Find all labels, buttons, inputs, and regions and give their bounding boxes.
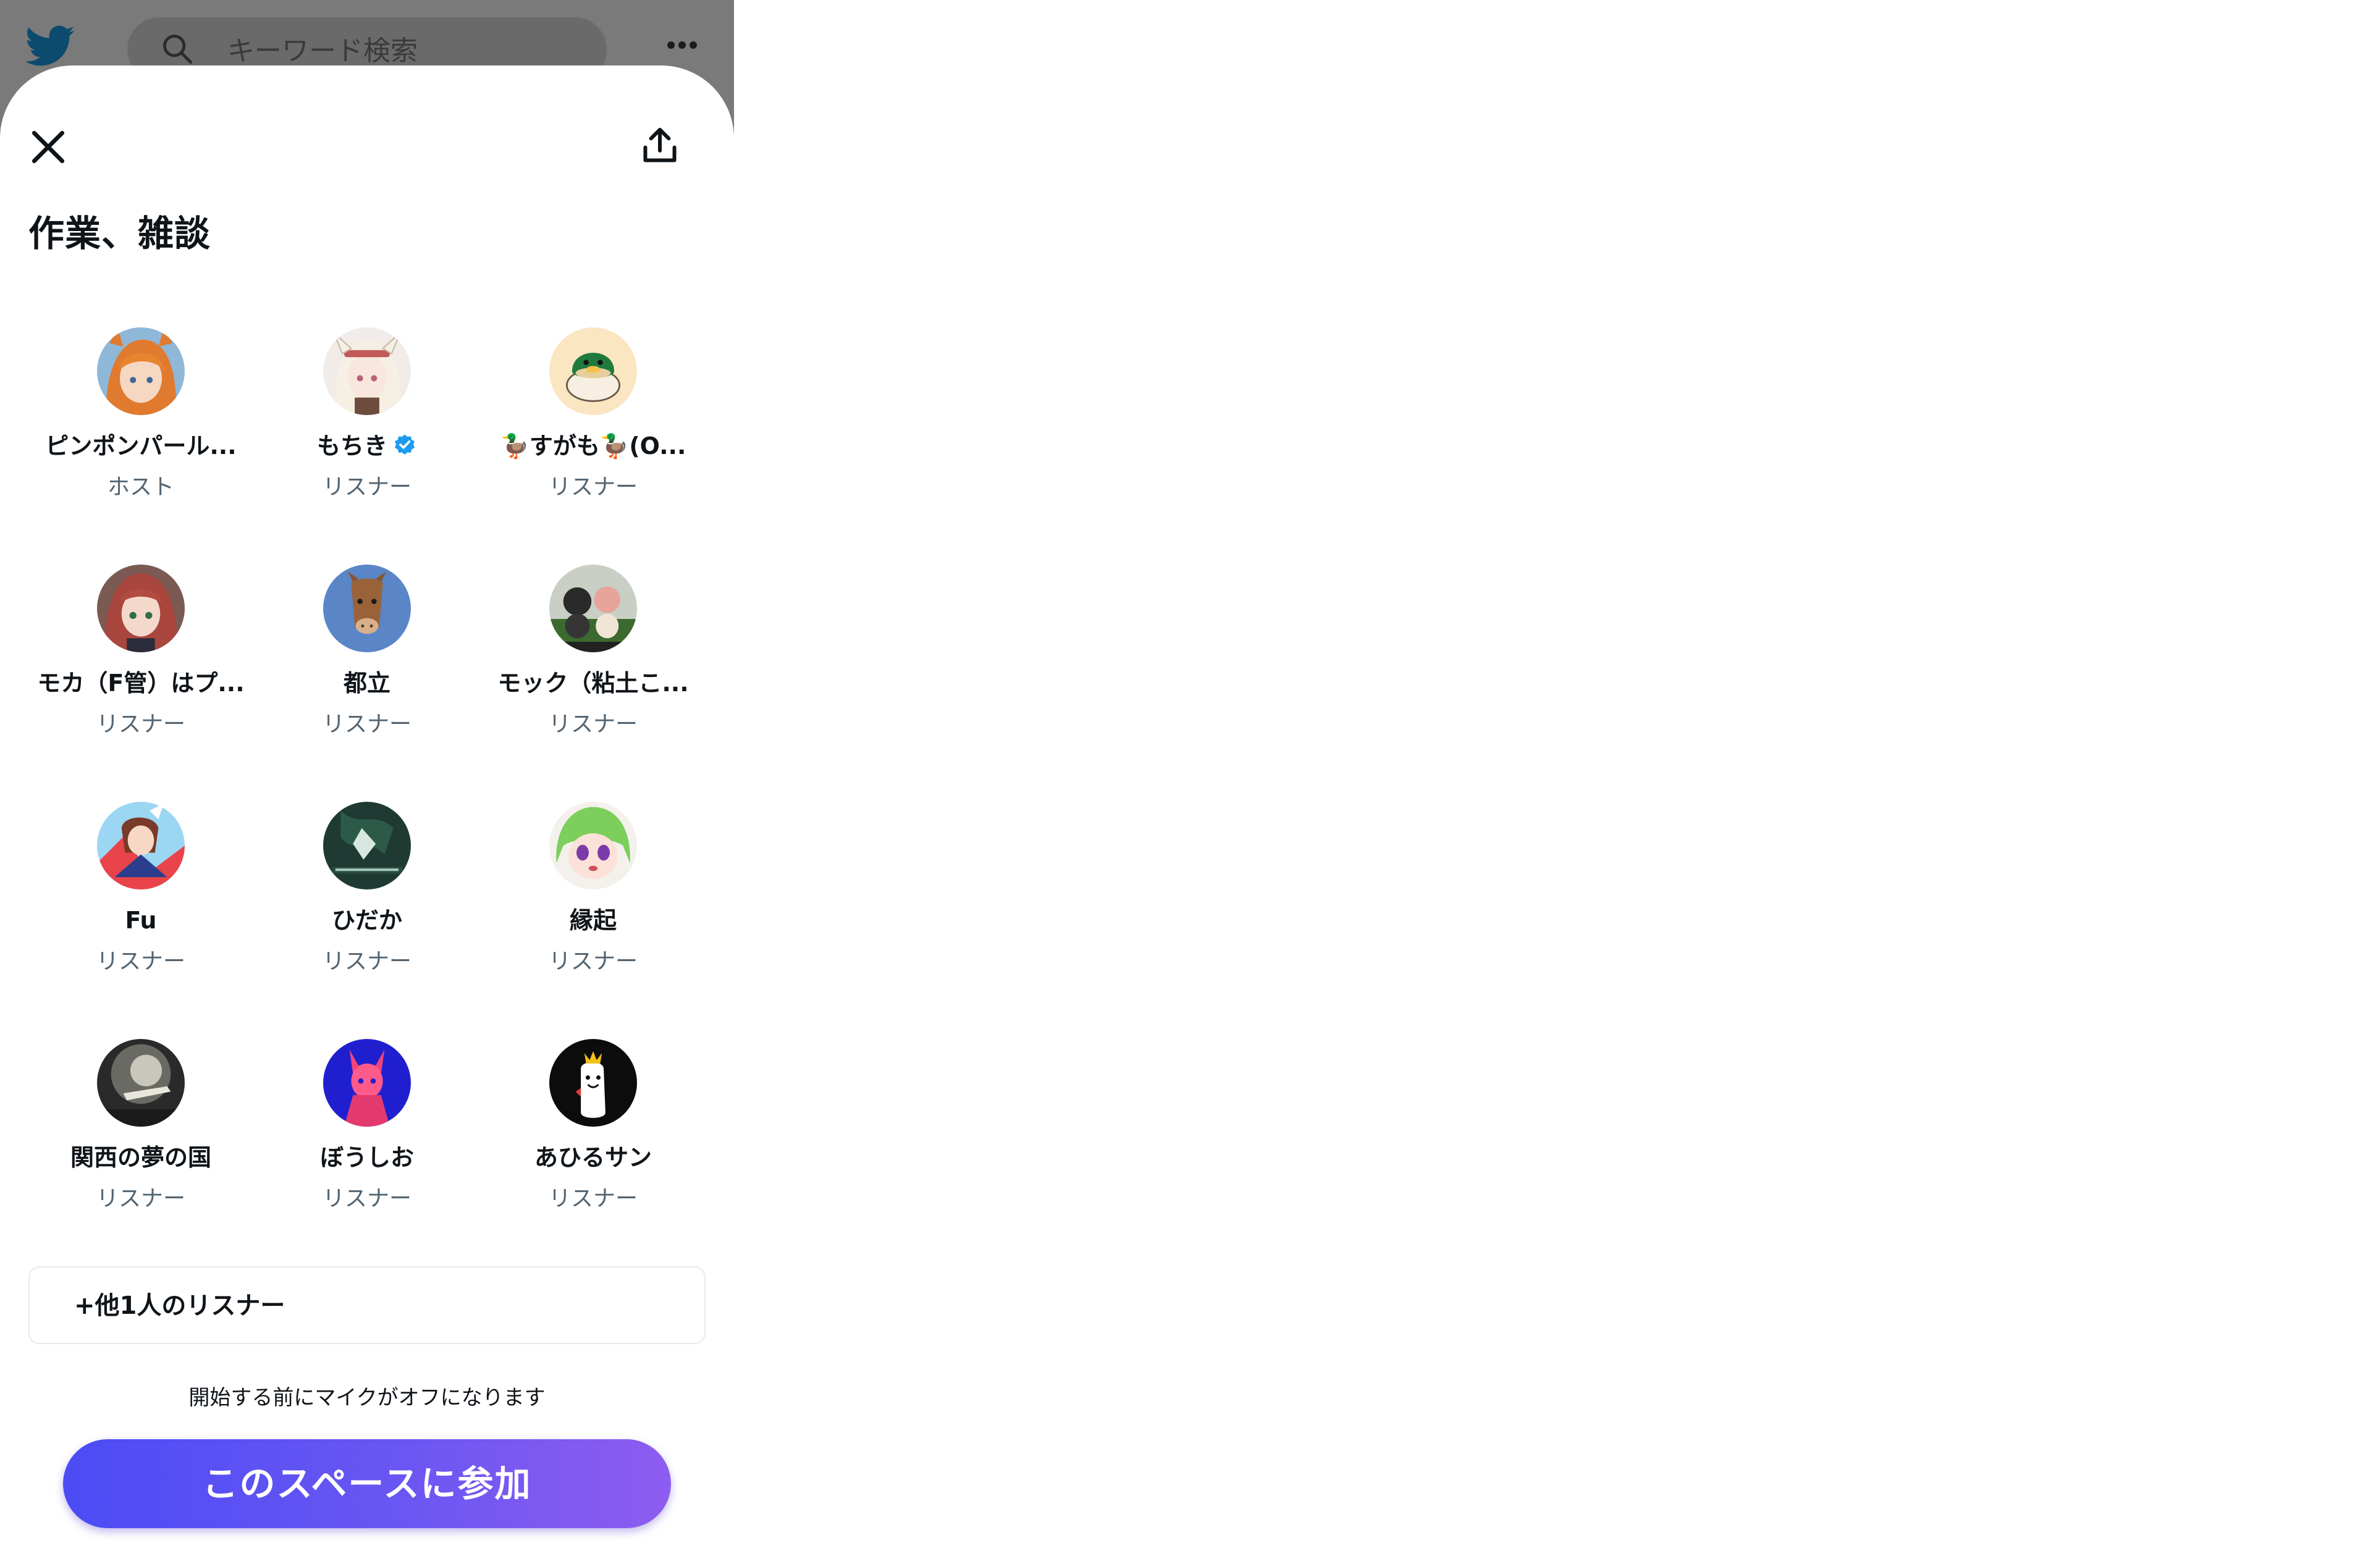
participant-card[interactable]: あひるサン リスナー (480, 1039, 706, 1276)
participant-card[interactable]: ひだか リスナー (254, 802, 480, 1039)
participant-card[interactable]: モック（粘土こ... リスナー (480, 565, 706, 802)
participant-name: ひだか (331, 907, 402, 934)
join-space-button[interactable]: このスペースに参加 (63, 1439, 671, 1528)
participant-card[interactable]: Fu リスナー (28, 802, 254, 1039)
participant-role: リスナー (322, 1186, 411, 1211)
join-space-label: このスペースに参加 (202, 1463, 532, 1505)
participant-role: ホスト (107, 474, 174, 500)
participant-role: リスナー (322, 949, 411, 974)
search-icon (163, 35, 193, 64)
space-title: 作業、雑談 (28, 212, 211, 254)
participant-name: Fu (125, 907, 157, 934)
participant-name: モカ（F管）はプ... (37, 670, 245, 697)
more-listeners-label: +他1人のリスナー (74, 1292, 285, 1320)
avatar (323, 327, 411, 415)
participant-card[interactable]: もちき リスナー (254, 327, 480, 565)
participant-role: リスナー (548, 712, 638, 737)
participant-name: 縁起 (569, 907, 617, 934)
avatar (97, 327, 185, 415)
avatar (97, 802, 185, 889)
participant-role: リスナー (548, 949, 638, 974)
verified-badge-icon (395, 434, 415, 455)
twitter-bird-icon[interactable] (26, 21, 75, 70)
avatar (97, 565, 185, 652)
avatar (549, 565, 637, 652)
share-icon[interactable] (640, 125, 680, 167)
avatar (549, 1039, 637, 1127)
participant-role: リスナー (322, 712, 411, 737)
avatar (549, 327, 637, 415)
participant-role: リスナー (548, 474, 638, 500)
participant-name: 関西の夢の国 (70, 1144, 211, 1171)
participant-name: ピンポンパール... (45, 432, 237, 460)
participant-name: モック（粘土こ... (497, 670, 689, 697)
participant-card[interactable]: 都立 リスナー (254, 565, 480, 802)
avatar (549, 802, 637, 889)
participant-card[interactable]: 縁起 リスナー (480, 802, 706, 1039)
avatar (323, 1039, 411, 1127)
space-sheet: 作業、雑談 ピンポンパール... ホスト もちき リスナー 🦆すがも🦆(O...… (0, 65, 734, 1564)
participant-role: リスナー (96, 1186, 185, 1211)
participant-role: リスナー (96, 949, 185, 974)
participant-role: リスナー (96, 712, 185, 737)
participant-card[interactable]: モカ（F管）はプ... リスナー (28, 565, 254, 802)
avatar (323, 802, 411, 889)
more-listeners-button[interactable]: +他1人のリスナー (28, 1266, 706, 1344)
participant-card[interactable]: 関西の夢の国 リスナー (28, 1039, 254, 1276)
participant-name: あひるサン (534, 1144, 652, 1171)
more-options-icon[interactable] (666, 36, 698, 54)
participant-card[interactable]: ぼうしお リスナー (254, 1039, 480, 1276)
close-icon[interactable] (27, 126, 69, 168)
participant-name: もちき (316, 432, 387, 460)
search-placeholder: キーワード検索 (227, 35, 418, 67)
participant-card[interactable]: 🦆すがも🦆(O... リスナー (480, 327, 706, 565)
avatar (323, 565, 411, 652)
mic-off-notice: 開始する前にマイクがオフになります (188, 1385, 546, 1410)
participant-role: リスナー (548, 1186, 638, 1211)
participant-name: 都立 (343, 670, 390, 697)
avatar (97, 1039, 185, 1127)
participant-role: リスナー (322, 474, 411, 500)
participant-card[interactable]: ピンポンパール... ホスト (28, 327, 254, 565)
participant-name: 🦆すがも🦆(O... (500, 432, 686, 460)
participant-name: ぼうしお (319, 1144, 414, 1171)
